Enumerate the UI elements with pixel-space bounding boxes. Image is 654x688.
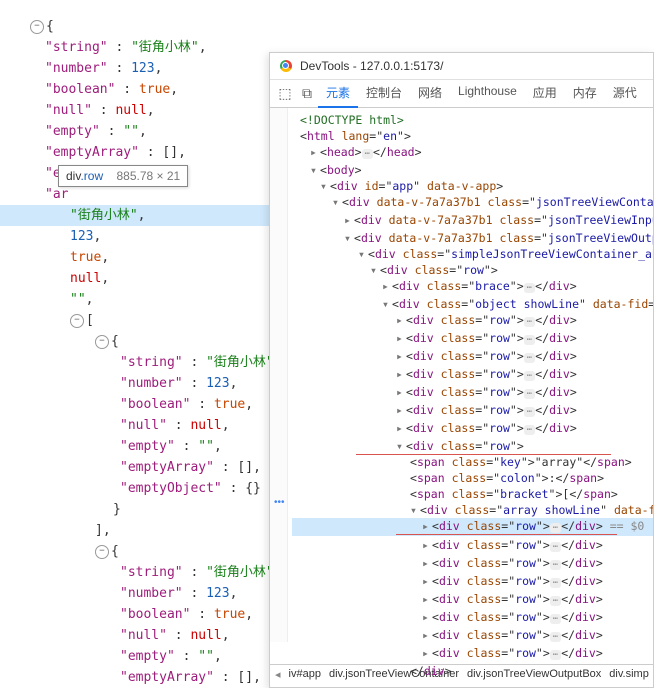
tab-sources[interactable]: 源代	[605, 79, 645, 108]
tab-lighthouse[interactable]: Lighthouse	[450, 79, 525, 108]
chrome-logo-icon	[278, 58, 294, 74]
tab-elements[interactable]: 元素	[318, 79, 358, 108]
highlighted-row[interactable]: "街角小林",	[0, 205, 280, 226]
devtools-titlebar[interactable]: DevTools - 127.0.0.1:5173/	[270, 53, 653, 80]
json-tree-panel: −{ "string" : "街角小林", "number" : 123, "b…	[0, 16, 280, 688]
devtools-title: DevTools - 127.0.0.1:5173/	[300, 59, 443, 73]
tab-console[interactable]: 控制台	[358, 79, 410, 108]
devtools-toolbar: ⬚ ⧉ 元素 控制台 网络 Lighthouse 应用 内存 源代	[270, 80, 653, 108]
gutter-marker-icon[interactable]: •••	[274, 497, 285, 508]
tab-memory[interactable]: 内存	[565, 79, 605, 108]
element-tooltip: div.row 885.78 × 21	[58, 165, 188, 187]
elements-tree[interactable]: <!DOCTYPE html> <html lang="en"> ▸<head>…	[288, 108, 653, 683]
tab-network[interactable]: 网络	[410, 79, 450, 108]
devtools-panel: DevTools - 127.0.0.1:5173/ ⬚ ⧉ 元素 控制台 网络…	[269, 52, 654, 688]
collapse-icon[interactable]: −	[95, 545, 109, 559]
collapse-icon[interactable]: −	[95, 335, 109, 349]
selected-element-row[interactable]: ▸<div class="row">⋯</div> == $0	[292, 518, 653, 536]
tab-application[interactable]: 应用	[525, 79, 565, 108]
collapse-icon[interactable]: −	[30, 20, 44, 34]
collapse-icon[interactable]: −	[70, 314, 84, 328]
inspect-icon[interactable]: ⬚	[274, 85, 296, 102]
device-icon[interactable]: ⧉	[296, 85, 318, 102]
